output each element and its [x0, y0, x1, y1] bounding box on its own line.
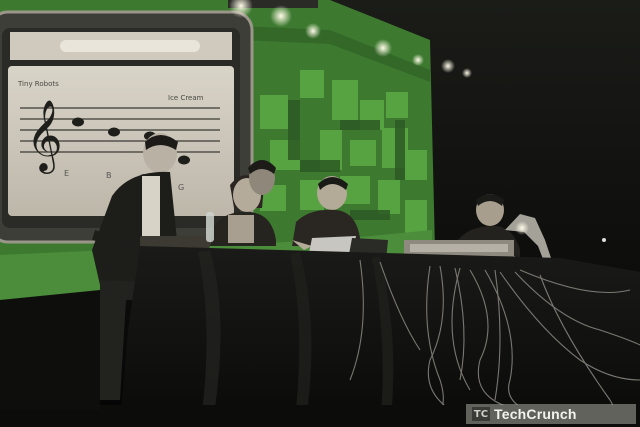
water-bottle: [206, 212, 214, 242]
note-letter-2: B: [106, 171, 112, 180]
sheet-label-right: Ice Cream: [168, 94, 204, 102]
sheet-label-left: Tiny Robots: [17, 80, 59, 88]
photo-scene: 𝄞 Tiny Robots Ice Cream E B C G: [0, 0, 640, 427]
watermark-logo-icon: TC: [472, 407, 490, 421]
draped-table: [120, 246, 640, 427]
treble-clef-icon: 𝄞: [26, 98, 63, 174]
note-letter-4: G: [178, 183, 184, 192]
watermark-text: TechCrunch: [494, 406, 577, 422]
stage-illustration: 𝄞 Tiny Robots Ice Cream E B C G: [0, 0, 640, 427]
stage-edge-left: [0, 290, 100, 410]
watermark: TC TechCrunch: [466, 404, 636, 424]
note-letter-1: E: [64, 169, 69, 178]
keyboard-instrument: [140, 236, 210, 248]
